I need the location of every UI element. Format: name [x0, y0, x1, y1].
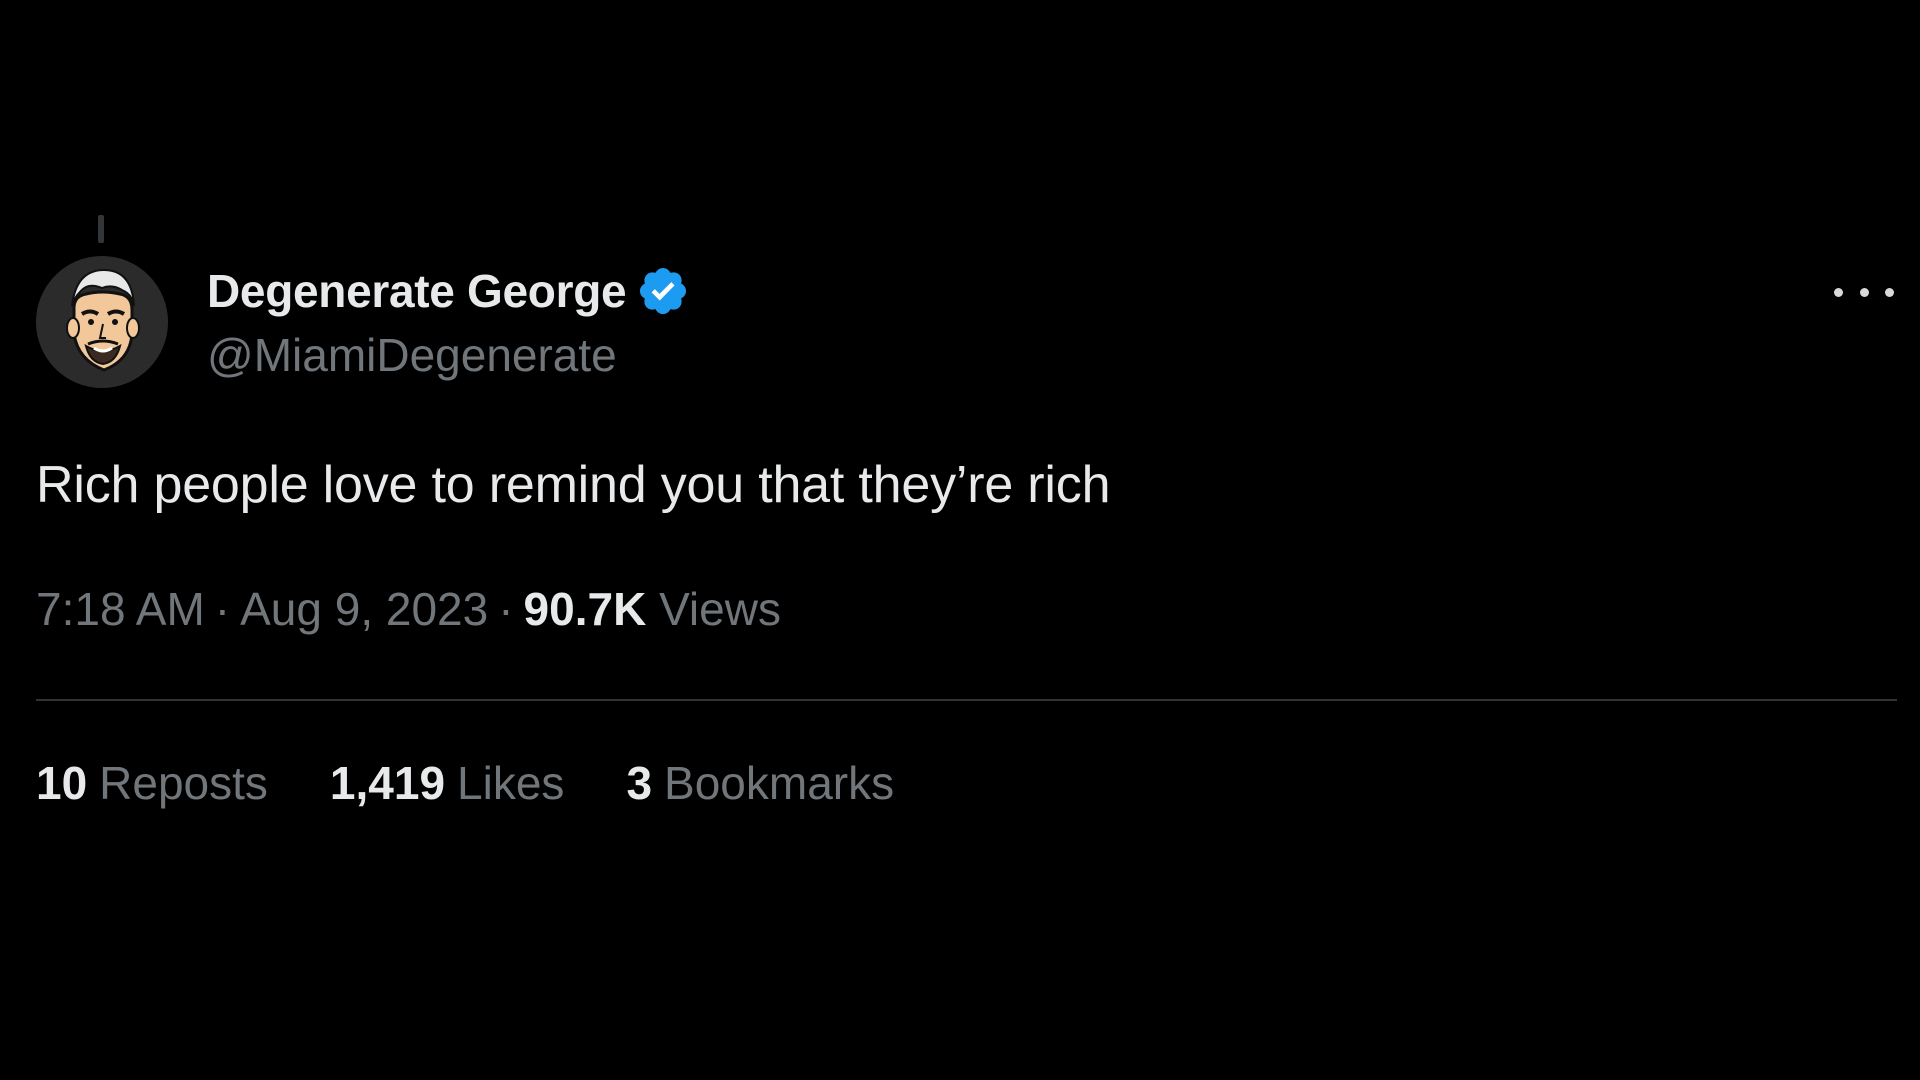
meta-separator: ·: [498, 583, 514, 635]
cartoon-man-avatar-icon: [36, 256, 168, 388]
more-horizontal-icon: [1834, 287, 1843, 297]
views-label[interactable]: Views: [659, 583, 781, 635]
likes-label: Likes: [457, 757, 565, 809]
tweet-date[interactable]: Aug 9, 2023: [240, 583, 488, 635]
tweet-text: Rich people love to remind you that they…: [36, 456, 1111, 514]
thread-connector-line: [98, 215, 104, 243]
bookmarks-label: Bookmarks: [664, 757, 895, 809]
tweet-time[interactable]: 7:18 AM: [36, 583, 205, 635]
reposts-stat[interactable]: 10 Reposts: [36, 756, 268, 810]
reposts-count: 10: [36, 757, 88, 809]
views-count[interactable]: 90.7K: [524, 583, 647, 635]
more-options-button[interactable]: [1834, 272, 1894, 312]
likes-count: 1,419: [329, 757, 446, 809]
reposts-label: Reposts: [99, 757, 268, 809]
more-horizontal-icon-dot: [1859, 287, 1869, 297]
divider: [36, 699, 1897, 701]
tweet-detail: Degenerate George @MiamiDegenerate Rich …: [0, 0, 1920, 1080]
engagement-stats: 10 Reposts 1,419 Likes 3 Bookmarks: [36, 756, 956, 810]
bookmarks-count: 3: [626, 757, 653, 809]
author-display-name[interactable]: Degenerate George: [207, 264, 627, 318]
likes-stat[interactable]: 1,419 Likes: [330, 756, 565, 810]
more-horizontal-icon-dot: [1885, 287, 1894, 297]
bookmarks-stat[interactable]: 3 Bookmarks: [626, 756, 894, 810]
tweet-meta: 7:18 AM · Aug 9, 2023 · 90.7K Views: [36, 582, 781, 636]
verified-badge-icon[interactable]: [636, 264, 690, 318]
author-handle[interactable]: @MiamiDegenerate: [207, 328, 617, 382]
author-name-row: Degenerate George: [207, 262, 690, 320]
meta-separator: ·: [214, 583, 231, 635]
avatar[interactable]: [36, 256, 168, 388]
